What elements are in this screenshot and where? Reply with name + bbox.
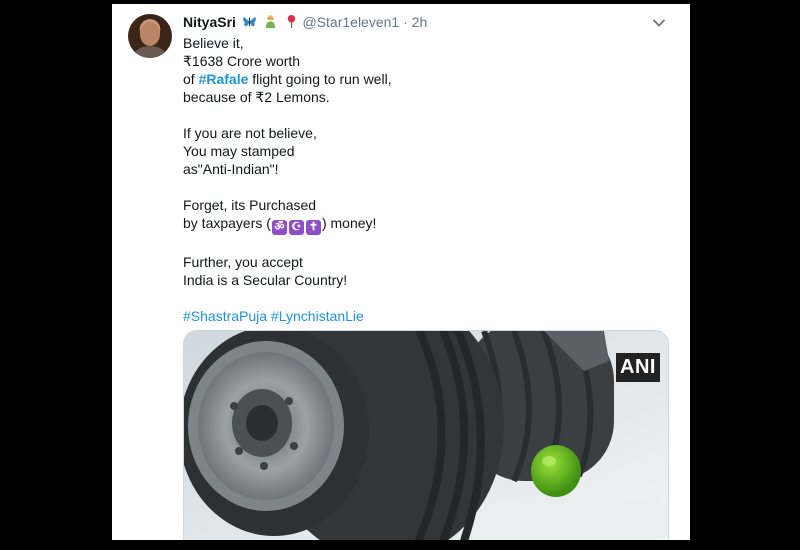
crescent-symbol-icon: ☪: [288, 220, 304, 235]
separator-dot: ·: [403, 14, 408, 30]
paragraph-2: If you are not believe, You may stamped …: [183, 124, 663, 178]
tweet-text: Believe it, ₹1638 Crore worth of #Rafale…: [183, 34, 663, 343]
text-line: India is a Secular Country!: [183, 272, 348, 288]
text-line: Further, you accept: [183, 254, 303, 270]
text-fragment: by taxpayers (: [183, 215, 271, 231]
news-watermark-logo: ANI: [616, 353, 660, 382]
avatar[interactable]: [128, 14, 172, 58]
tweet-media-image[interactable]: ANI: [183, 330, 669, 540]
text-fragment: flight going to run well,: [248, 71, 392, 87]
text-line: because of ₹2 Lemons.: [183, 89, 330, 105]
display-name[interactable]: NityaSri: [183, 14, 236, 30]
hashtag-lynchistanlie[interactable]: #LynchistanLie: [271, 308, 364, 324]
text-line: If you are not believe,: [183, 125, 317, 141]
text-fragment: of: [183, 71, 199, 87]
text-fragment: ) money!: [321, 215, 377, 231]
butterfly-icon: [242, 16, 256, 27]
hashtags: #ShastraPuja #LynchistanLie: [183, 307, 663, 325]
rose-icon: [287, 14, 295, 29]
user-handle[interactable]: @Star1eleven1: [302, 14, 399, 30]
avatar-face: [140, 22, 160, 46]
text-line: as"Anti-Indian"!: [183, 161, 279, 177]
text-line: Forget, its Purchased: [183, 197, 317, 213]
text-line: You may stamped: [183, 143, 295, 159]
avatar-shirt: [134, 46, 166, 58]
person-emoji-icon: [265, 14, 275, 29]
cross-symbol-icon: ✝: [305, 220, 321, 235]
aircraft-wheels-photo: [184, 331, 668, 540]
tweet-card[interactable]: NityaSri @Star1eleven1 · 2h Believe it, …: [112, 4, 690, 540]
hashtag-rafale[interactable]: #Rafale: [199, 71, 249, 87]
text-line: ₹1638 Crore worth: [183, 53, 301, 69]
timestamp[interactable]: 2h: [412, 14, 428, 30]
om-symbol-icon: ॐ: [271, 220, 287, 235]
text-line: Believe it,: [183, 35, 244, 51]
paragraph-4: Further, you accept India is a Secular C…: [183, 253, 663, 289]
hashtag-shastrapuja[interactable]: #ShastraPuja: [183, 308, 267, 324]
paragraph-1: Believe it, ₹1638 Crore worth of #Rafale…: [183, 34, 663, 106]
paragraph-3: Forget, its Purchased by taxpayers (ॐ ☪ ✝)…: [183, 196, 663, 235]
chevron-down-icon[interactable]: [652, 16, 666, 30]
tweet-header: NityaSri @Star1eleven1 · 2h: [183, 14, 427, 30]
